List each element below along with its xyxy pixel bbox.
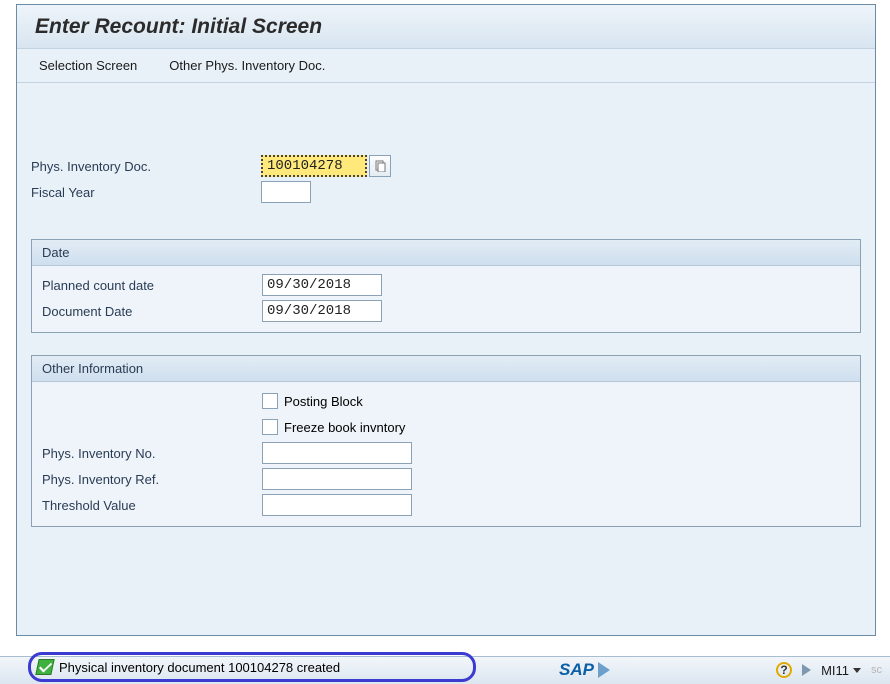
- date-groupbox: Date Planned count date Document Date: [31, 239, 861, 333]
- next-icon[interactable]: [802, 664, 811, 676]
- status-message: Physical inventory document 100104278 cr…: [59, 660, 340, 675]
- menu-selection-screen[interactable]: Selection Screen: [35, 54, 141, 77]
- fiscal-year-label: Fiscal Year: [31, 185, 261, 200]
- document-date-input[interactable]: [262, 300, 382, 322]
- help-icon[interactable]: ?: [776, 662, 792, 678]
- chevron-down-icon: [853, 668, 861, 673]
- phys-inv-ref-input[interactable]: [262, 468, 412, 490]
- other-info-title: Other Information: [32, 356, 860, 382]
- status-message-box: Physical inventory document 100104278 cr…: [28, 652, 476, 682]
- titlebar: Enter Recount: Initial Screen: [17, 5, 875, 49]
- date-groupbox-title: Date: [32, 240, 860, 266]
- app-toolbar: Selection Screen Other Phys. Inventory D…: [17, 49, 875, 83]
- sap-window: Enter Recount: Initial Screen Selection …: [16, 4, 876, 636]
- phys-inv-no-input[interactable]: [262, 442, 412, 464]
- watermark-text: sc: [871, 664, 882, 676]
- phys-inv-ref-label: Phys. Inventory Ref.: [42, 472, 262, 487]
- planned-count-date-input[interactable]: [262, 274, 382, 296]
- freeze-book-inventory-label: Freeze book invntory: [284, 420, 405, 435]
- phys-inv-doc-label: Phys. Inventory Doc.: [31, 159, 261, 174]
- phys-inv-doc-input[interactable]: [261, 155, 367, 177]
- status-bar-right: ? MI11 sc: [776, 656, 882, 684]
- posting-block-label: Posting Block: [284, 394, 363, 409]
- menu-other-doc[interactable]: Other Phys. Inventory Doc.: [165, 54, 329, 77]
- sap-logo: SAP: [559, 660, 610, 680]
- page-title: Enter Recount: Initial Screen: [35, 15, 322, 39]
- phys-inv-no-label: Phys. Inventory No.: [42, 446, 262, 461]
- content: Phys. Inventory Doc. Fiscal Year Date Pl…: [17, 83, 875, 527]
- tcode-indicator[interactable]: MI11: [821, 663, 861, 678]
- document-date-label: Document Date: [42, 304, 262, 319]
- threshold-value-input[interactable]: [262, 494, 412, 516]
- fiscal-year-input[interactable]: [261, 181, 311, 203]
- planned-count-date-label: Planned count date: [42, 278, 262, 293]
- success-icon: [35, 659, 54, 675]
- posting-block-checkbox[interactable]: [262, 393, 278, 409]
- search-help-icon[interactable]: [369, 155, 391, 177]
- threshold-value-label: Threshold Value: [42, 498, 262, 513]
- other-info-groupbox: Other Information Posting Block Freeze b…: [31, 355, 861, 527]
- freeze-book-inventory-checkbox[interactable]: [262, 419, 278, 435]
